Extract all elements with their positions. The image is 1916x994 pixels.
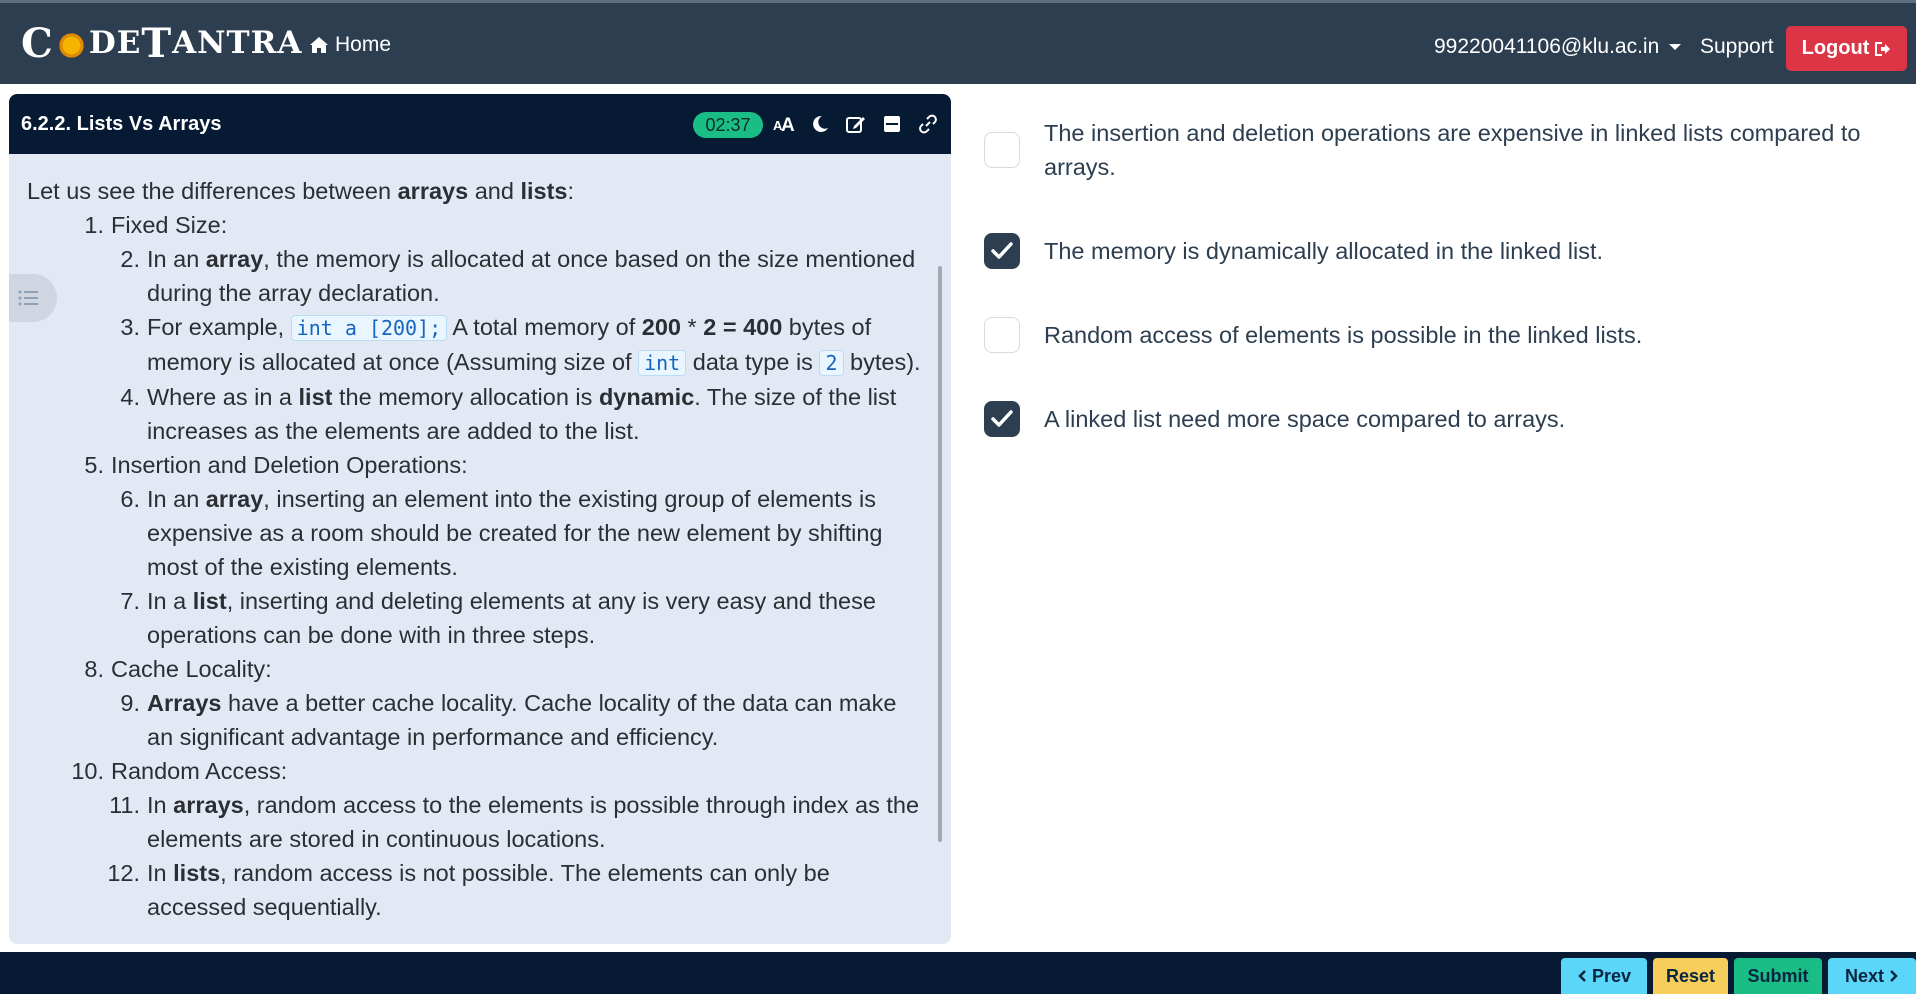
lesson-title: 6.2.2. Lists Vs Arrays <box>21 113 222 135</box>
support-link[interactable]: Support <box>1700 35 1774 59</box>
item-number: 12. <box>107 860 140 886</box>
item-text: In arrays, random access to the elements… <box>147 792 920 852</box>
item-text: Arrays have a better cache locality. Cac… <box>147 690 897 750</box>
logo-letter: C <box>21 19 54 67</box>
option-text: A linked list need more space compared t… <box>1044 406 1566 432</box>
moon-icon[interactable] <box>807 111 833 137</box>
home-link[interactable]: Home <box>309 33 391 57</box>
item-text: For example, int a [200]; A total memory… <box>147 314 921 376</box>
submit-button[interactable]: Submit <box>1734 958 1822 994</box>
edit-icon[interactable] <box>843 111 869 137</box>
list-item: 10. Random Access: <box>27 754 927 788</box>
list-item: 6. In an array, inserting an element into… <box>27 482 927 584</box>
logout-label: Logout <box>1801 37 1870 59</box>
logo-letters: ANTRA <box>172 25 303 61</box>
code-snippet: int a [200]; <box>290 315 448 341</box>
item-number: 9. <box>120 690 140 716</box>
list-item: 7. In a list, inserting and deleting elem… <box>27 584 927 652</box>
font-size-icon[interactable]: AA <box>771 111 797 137</box>
list-item: 9. Arrays have a better cache locality. C… <box>27 686 927 754</box>
intro-paragraph: Let us see the differences between array… <box>27 174 927 208</box>
item-number: 3. <box>120 314 140 340</box>
reset-button[interactable]: Reset <box>1653 958 1728 994</box>
list-item: 12. In lists, random access is not possib… <box>27 856 927 924</box>
item-text: Random Access: <box>111 758 288 784</box>
content-scrollbar[interactable] <box>938 266 942 842</box>
intro-text: Let us see the differences between <box>27 178 398 204</box>
intro-text: and <box>468 178 521 204</box>
option-checkbox[interactable] <box>984 317 1020 353</box>
timer-badge: 02:37 <box>693 112 763 138</box>
next-button[interactable]: Next <box>1828 958 1916 994</box>
lesson-panel: 6.2.2. Lists Vs Arrays 02:37 AA Let us s… <box>9 94 951 944</box>
option-text: The memory is dynamically allocated in t… <box>1044 238 1604 264</box>
home-label: Home <box>335 33 392 56</box>
chevron-left-icon <box>1578 970 1586 982</box>
code-snippet: int <box>638 350 687 376</box>
list-item: 1. Fixed Size: <box>27 208 927 242</box>
layout-icon[interactable] <box>879 111 905 137</box>
item-text: In an array, inserting an element into t… <box>147 486 883 580</box>
intro-bold: lists <box>520 178 568 204</box>
list-item: 11. In arrays, random access to the eleme… <box>27 788 927 856</box>
prev-button[interactable]: Prev <box>1561 958 1647 994</box>
logout-button[interactable]: Logout <box>1786 26 1907 71</box>
item-number: 2. <box>120 246 140 272</box>
list-item: 4. Where as in a list the memory allocati… <box>27 380 927 448</box>
lesson-content: Let us see the differences between array… <box>9 154 939 924</box>
user-email: 99220041106@klu.ac.in <box>1434 35 1660 58</box>
option-checkbox[interactable] <box>984 401 1020 437</box>
option-text: Random access of elements is possible in… <box>1044 322 1643 348</box>
chevron-right-icon <box>1890 970 1898 982</box>
item-text: Fixed Size: <box>111 212 228 238</box>
codetantra-logo[interactable]: C DE T ANTRA <box>21 19 303 67</box>
option-text: The insertion and deletion operations ar… <box>1044 120 1861 180</box>
option-checkbox[interactable] <box>984 233 1020 269</box>
prev-label: Prev <box>1591 965 1632 986</box>
list-item: 8. Cache Locality: <box>27 652 927 686</box>
item-text: In lists, random access is not possible.… <box>147 860 830 920</box>
list-item: 3. For example, int a [200]; A total memo… <box>27 310 927 380</box>
item-text: Where as in a list the memory allocation… <box>147 384 897 444</box>
reset-label: Reset <box>1665 965 1716 986</box>
code-snippet: 2 <box>819 350 844 376</box>
item-number: 5. <box>84 452 104 478</box>
list-item: 2. In an array, the memory is allocated a… <box>27 242 927 310</box>
logo-letters: DE <box>88 25 142 61</box>
item-number: 8. <box>84 656 104 682</box>
item-text: Cache Locality: <box>111 656 272 682</box>
home-icon <box>310 37 328 53</box>
check-icon <box>991 410 1013 427</box>
next-label: Next <box>1844 965 1884 986</box>
item-text: In an array, the memory is allocated at … <box>147 246 916 306</box>
sun-icon <box>55 29 87 61</box>
submit-label: Submit <box>1747 965 1809 986</box>
item-number: 4. <box>120 384 140 410</box>
item-text: In a list, inserting and deleting elemen… <box>147 588 876 648</box>
item-number: 10. <box>71 758 104 784</box>
top-navbar: C DE T ANTRA Home 99220041106@klu.ac.in … <box>0 0 1916 84</box>
sign-out-icon <box>1875 41 1891 56</box>
caret-down-icon <box>1669 44 1682 50</box>
link-icon[interactable] <box>915 111 941 137</box>
user-dropdown[interactable]: 99220041106@klu.ac.in <box>1434 35 1682 59</box>
option-checkbox[interactable] <box>984 132 1020 168</box>
list-item: 5. Insertion and Deletion Operations: <box>27 448 927 482</box>
item-number: 11. <box>109 792 140 818</box>
item-number: 1. <box>84 212 104 238</box>
intro-text: : <box>567 178 575 204</box>
check-icon <box>991 242 1013 259</box>
item-number: 6. <box>120 486 140 512</box>
lesson-header: 6.2.2. Lists Vs Arrays 02:37 AA <box>9 94 951 154</box>
svg-text:A: A <box>781 115 795 135</box>
item-text: Insertion and Deletion Operations: <box>111 452 468 478</box>
item-number: 7. <box>120 588 140 614</box>
intro-bold: arrays <box>397 178 469 204</box>
logo-letter: T <box>141 19 173 67</box>
